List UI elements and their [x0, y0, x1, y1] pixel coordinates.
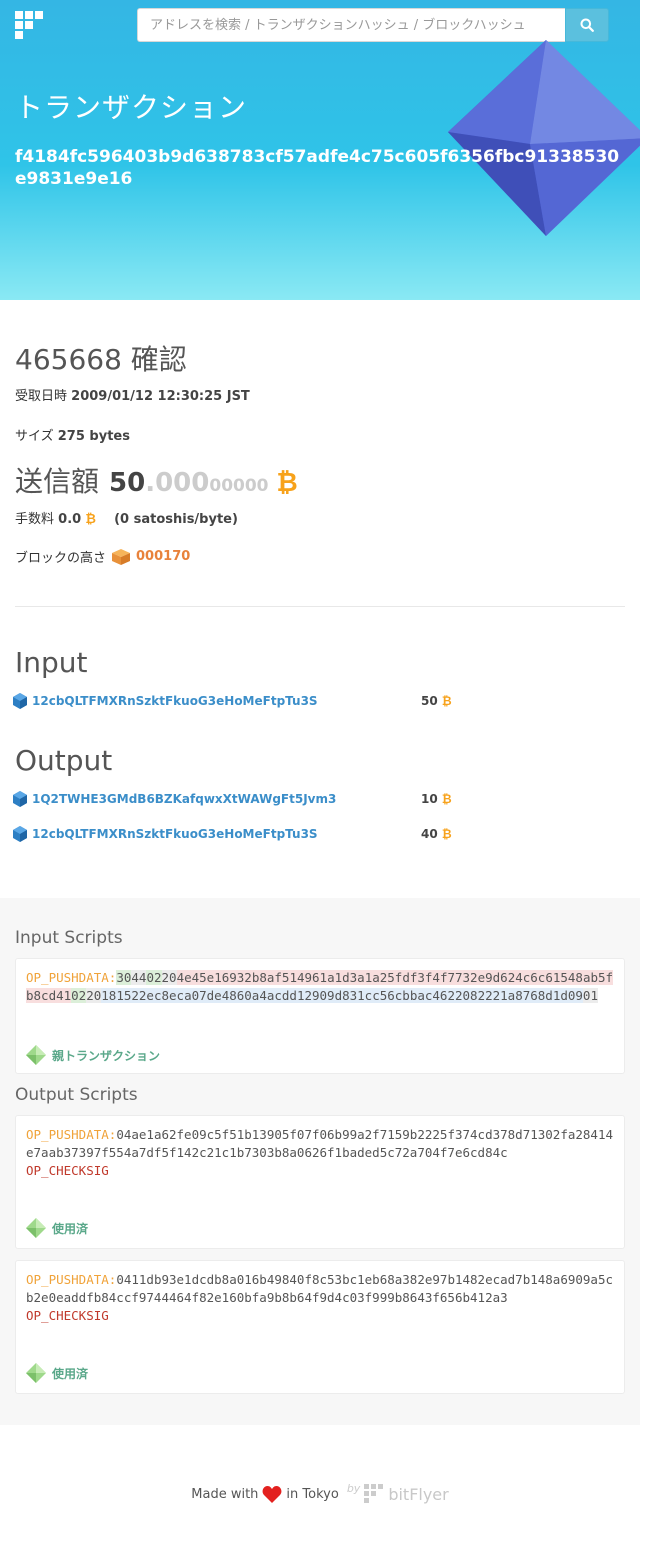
script-part: 02	[146, 970, 162, 985]
block-height-row: ブロックの高さ 000170	[15, 547, 190, 566]
footer-made-with: Made with	[191, 1486, 259, 1502]
amount-integer: 50	[109, 468, 146, 498]
page-header: トランザクション f4184fc596403b9d638783cf57adfe4…	[0, 0, 640, 300]
scripts-section: Input Scripts OP_PUSHDATA:304402204e45e1…	[0, 898, 640, 1425]
received-time-value: 2009/01/12 12:30:25 JST	[71, 389, 250, 404]
output-address-link[interactable]: 12cbQLTFMXRnSzktFkuoG3eHoMeFtpTu3S	[32, 827, 318, 841]
address-cube-icon	[13, 826, 27, 842]
search-icon	[580, 18, 594, 32]
input-address-link[interactable]: 12cbQLTFMXRnSzktFkuoG3eHoMeFtpTu3S	[32, 694, 318, 708]
output-scripts-title: Output Scripts	[15, 1085, 138, 1105]
parent-transaction-link[interactable]: 親トランザクション	[26, 1045, 160, 1065]
bitcoin-icon: ₿	[441, 827, 452, 841]
received-time-label: 受取日時	[15, 389, 68, 404]
spent-label: 使用済	[52, 1366, 89, 1381]
output-section-title: Output	[15, 744, 113, 777]
op-checksig: OP_CHECKSIG	[26, 1163, 109, 1178]
search-button[interactable]	[565, 8, 609, 42]
search-bar	[137, 8, 609, 42]
script-part: 01	[582, 988, 598, 1003]
spent-link[interactable]: 使用済	[26, 1218, 88, 1238]
output-row: 12cbQLTFMXRnSzktFkuoG3eHoMeFtpTu3S 40 ₿	[12, 825, 462, 843]
output-script-text: OP_PUSHDATA:0411db93e1dcdb8a016b49840f8c…	[26, 1271, 614, 1325]
output-value: 10 ₿	[421, 792, 452, 806]
footer-by: by	[346, 1481, 361, 1495]
op-pushdata: OP_PUSHDATA:	[26, 1127, 117, 1142]
input-script-text: OP_PUSHDATA:304402204e45e16932b8af514961…	[26, 969, 614, 1005]
op-pushdata: OP_PUSHDATA:	[26, 1272, 117, 1287]
fee-label: 手数料	[15, 512, 55, 527]
size-row: サイズ 275 bytes	[15, 425, 130, 444]
spent-link[interactable]: 使用済	[26, 1363, 88, 1383]
output-address-link[interactable]: 1Q2TWHE3GMdB6BZKafqwxXtWAWgFt5Jvm3	[32, 792, 336, 806]
block-height-link[interactable]: 000170	[136, 549, 190, 564]
script-part: 02	[71, 988, 87, 1003]
amount-decimal: .000	[145, 468, 210, 498]
block-height-label: ブロックの高さ	[15, 551, 107, 566]
footer-brand[interactable]: bitFlyer	[388, 1485, 448, 1504]
bitflyer-logo-icon	[364, 1484, 384, 1503]
input-script-card: OP_PUSHDATA:304402204e45e16932b8af514961…	[15, 958, 625, 1074]
diamond-icon	[26, 1363, 46, 1383]
size-value: 275 bytes	[57, 429, 130, 444]
script-part: 30	[116, 970, 132, 985]
size-label: サイズ	[15, 429, 54, 444]
script-signature-s: 181522ec8eca07de4860a4acdd12909d831cc56c…	[101, 988, 583, 1003]
output-script-card: OP_PUSHDATA:0411db93e1dcdb8a016b49840f8c…	[15, 1260, 625, 1394]
bitcoin-icon: ₿	[441, 694, 452, 708]
heart-icon	[262, 1485, 282, 1503]
footer-in-tokyo: in Tokyo	[286, 1486, 339, 1502]
diamond-icon	[26, 1045, 46, 1065]
output-script-text: OP_PUSHDATA:04ae1a62fe09c5f51b13905f07f0…	[26, 1126, 614, 1180]
fee-rate: (0 satoshis/byte)	[114, 512, 238, 527]
output-value: 40 ₿	[421, 827, 452, 841]
amount-row: 送信額 50 .000 00000 ₿	[15, 460, 298, 500]
parent-transaction-label: 親トランザクション	[52, 1048, 161, 1063]
amount-decimal-small: 00000	[209, 476, 269, 496]
page-title: トランザクション	[15, 91, 248, 124]
script-part: 20	[86, 988, 102, 1003]
fee-row: 手数料 0.0 ₿ (0 satoshis/byte)	[15, 508, 238, 527]
op-checksig: OP_CHECKSIG	[26, 1308, 109, 1323]
input-amount: 50	[421, 694, 438, 708]
script-part: 20	[161, 970, 177, 985]
received-time-row: 受取日時 2009/01/12 12:30:25 JST	[15, 385, 250, 404]
bitcoin-icon: ₿	[441, 792, 452, 806]
divider	[15, 606, 625, 607]
transaction-hash: f4184fc596403b9d638783cf57adfe4c75c605f6…	[15, 147, 620, 189]
input-section-title: Input	[15, 646, 88, 679]
input-row: 12cbQLTFMXRnSzktFkuoG3eHoMeFtpTu3S 50 ₿	[12, 692, 462, 710]
output-row: 1Q2TWHE3GMdB6BZKafqwxXtWAWgFt5Jvm3 10 ₿	[12, 790, 462, 808]
confirmations: 465668 確認	[15, 343, 187, 376]
op-pushdata: OP_PUSHDATA:	[26, 970, 117, 985]
footer: Made with in Tokyo by bitFlyer	[0, 1481, 640, 1504]
script-part: 44	[131, 970, 147, 985]
input-scripts-title: Input Scripts	[15, 928, 123, 948]
address-cube-icon	[13, 791, 27, 807]
diamond-icon	[26, 1218, 46, 1238]
bitcoin-icon: ₿	[85, 512, 96, 527]
output-amount: 40	[421, 827, 438, 841]
output-script-card: OP_PUSHDATA:04ae1a62fe09c5f51b13905f07f0…	[15, 1115, 625, 1249]
fee-value: 0.0	[58, 512, 82, 527]
search-input[interactable]	[137, 8, 565, 42]
bitcoin-icon: ₿	[276, 468, 298, 498]
block-cube-icon	[112, 548, 131, 565]
address-cube-icon	[13, 693, 27, 709]
amount-label: 送信額	[15, 465, 100, 498]
bitflyer-logo-icon[interactable]	[15, 11, 43, 39]
spent-label: 使用済	[52, 1221, 89, 1236]
input-value: 50 ₿	[421, 694, 452, 708]
output-amount: 10	[421, 792, 438, 806]
octahedron-icon	[448, 40, 640, 236]
